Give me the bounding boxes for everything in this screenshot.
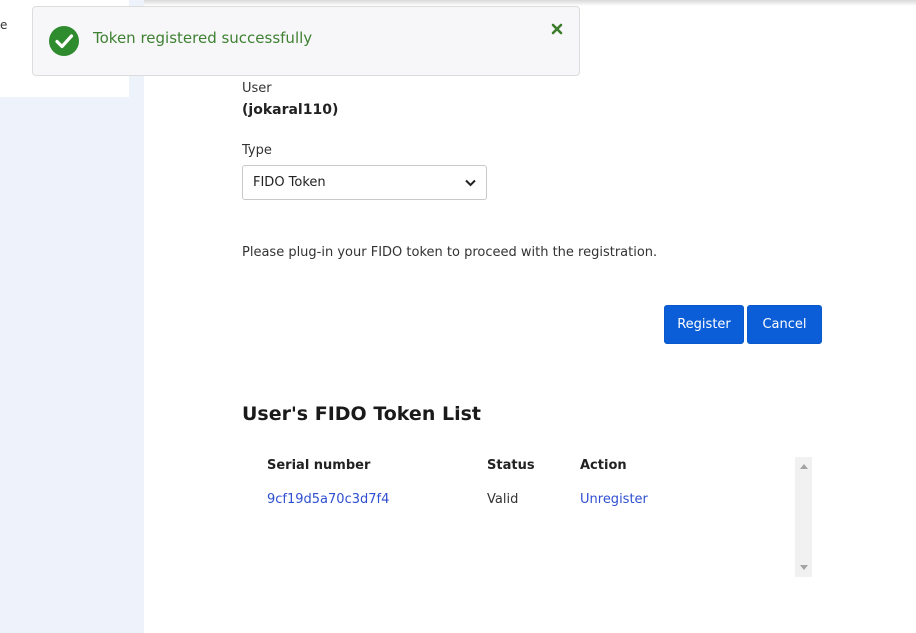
user-label: User <box>242 81 272 96</box>
column-header-serial: Serial number <box>267 458 371 473</box>
scroll-down-arrow-icon[interactable] <box>795 561 812 575</box>
close-icon[interactable] <box>549 21 565 37</box>
column-header-status: Status <box>487 458 535 473</box>
unregister-link[interactable]: Unregister <box>580 492 648 507</box>
chevron-down-icon <box>465 179 476 186</box>
registration-instruction: Please plug-in your FIDO token to procee… <box>242 245 658 260</box>
type-select-value: FIDO Token <box>253 175 326 190</box>
page: e Token registered successfully User (jo… <box>0 0 916 633</box>
token-serial-link[interactable]: 9cf19d5a70c3d7f4 <box>267 492 389 507</box>
toast-message: Token registered successfully <box>93 29 313 47</box>
cancel-button[interactable]: Cancel <box>747 305 822 344</box>
token-list-title: User's FIDO Token List <box>242 403 481 425</box>
check-circle-icon <box>49 26 79 56</box>
scroll-up-arrow-icon[interactable] <box>795 459 812 473</box>
user-value: (jokaral110) <box>242 102 339 118</box>
success-toast: Token registered successfully <box>32 6 580 76</box>
register-button[interactable]: Register <box>664 305 744 344</box>
sidebar: e <box>0 0 144 633</box>
token-table: Serial number Status Action 9cf19d5a70c3… <box>242 455 812 577</box>
type-select[interactable]: FIDO Token <box>242 165 487 200</box>
column-header-action: Action <box>580 458 627 473</box>
type-label: Type <box>242 143 272 158</box>
token-status: Valid <box>487 492 519 507</box>
table-scrollbar[interactable] <box>795 457 812 577</box>
sidebar-text-fragment: e <box>0 18 8 32</box>
